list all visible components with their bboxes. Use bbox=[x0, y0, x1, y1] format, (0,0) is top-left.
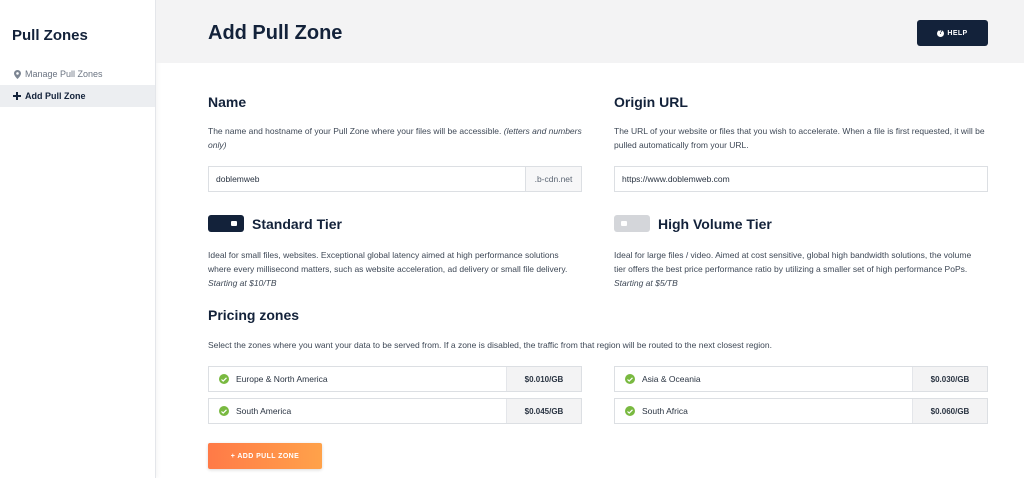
zone-name: Europe & North America bbox=[236, 374, 328, 384]
check-circle-icon bbox=[625, 406, 635, 416]
map-pin-icon bbox=[12, 69, 22, 79]
pull-zone-name-value: doblemweb bbox=[216, 174, 260, 184]
check-circle-icon bbox=[625, 374, 635, 384]
zone-name: Asia & Oceania bbox=[642, 374, 701, 384]
check-circle-icon bbox=[219, 406, 229, 416]
standard-tier-description: Ideal for small files, websites. Excepti… bbox=[208, 250, 568, 288]
add-pull-zone-button[interactable]: + ADD PULL ZONE bbox=[208, 443, 322, 469]
standard-tier-toggle[interactable] bbox=[208, 215, 244, 232]
high-volume-tier-description: Ideal for large files / video. Aimed at … bbox=[614, 250, 972, 288]
zone-price: $0.045/GB bbox=[506, 399, 581, 423]
check-circle-icon bbox=[219, 374, 229, 384]
page-header: Add Pull Zone ? HELP bbox=[156, 0, 1024, 63]
high-volume-tier-price-note: Starting at $5/TB bbox=[614, 278, 678, 288]
toggle-knob bbox=[231, 221, 237, 226]
standard-tier-title: Standard Tier bbox=[252, 216, 342, 232]
zone-price: $0.010/GB bbox=[506, 367, 581, 391]
sidebar: Pull Zones Manage Pull Zones Add Pull Zo… bbox=[0, 0, 156, 478]
sidebar-item-manage-pull-zones[interactable]: Manage Pull Zones bbox=[0, 63, 155, 85]
origin-section-description: The URL of your website or files that yo… bbox=[614, 126, 985, 150]
hostname-suffix: .b-cdn.net bbox=[525, 167, 581, 191]
sidebar-item-add-pull-zone[interactable]: Add Pull Zone bbox=[0, 85, 155, 107]
high-volume-tier-toggle[interactable] bbox=[614, 215, 650, 232]
zone-europe-north-america[interactable]: Europe & North America $0.010/GB bbox=[208, 366, 582, 392]
zone-price: $0.060/GB bbox=[912, 399, 987, 423]
standard-tier-price-note: Starting at $10/TB bbox=[208, 278, 277, 288]
sidebar-item-label: Add Pull Zone bbox=[25, 91, 86, 101]
pricing-zones-title: Pricing zones bbox=[208, 307, 300, 323]
origin-section-title: Origin URL bbox=[614, 94, 688, 110]
origin-url-value: https://www.doblemweb.com bbox=[622, 174, 730, 184]
pull-zone-name-input[interactable]: doblemweb .b-cdn.net bbox=[208, 166, 582, 192]
name-section-title: Name bbox=[208, 94, 247, 110]
zone-asia-oceania[interactable]: Asia & Oceania $0.030/GB bbox=[614, 366, 988, 392]
zone-name: South Africa bbox=[642, 406, 688, 416]
name-section-description: The name and hostname of your Pull Zone … bbox=[208, 126, 582, 150]
zone-south-africa[interactable]: South Africa $0.060/GB bbox=[614, 398, 988, 424]
question-icon: ? bbox=[937, 29, 945, 37]
high-volume-tier-title: High Volume Tier bbox=[658, 216, 772, 232]
zone-south-america[interactable]: South America $0.045/GB bbox=[208, 398, 582, 424]
toggle-knob bbox=[621, 221, 627, 226]
page-title: Add Pull Zone bbox=[208, 22, 343, 44]
pricing-zones-description: Select the zones where you want your dat… bbox=[208, 340, 772, 350]
help-button[interactable]: ? HELP bbox=[917, 20, 988, 46]
origin-url-input[interactable]: https://www.doblemweb.com bbox=[614, 166, 988, 192]
zone-price: $0.030/GB bbox=[912, 367, 987, 391]
sidebar-title: Pull Zones bbox=[12, 27, 88, 44]
add-pull-zone-button-label: + ADD PULL ZONE bbox=[230, 452, 300, 460]
help-button-label: HELP bbox=[947, 29, 968, 37]
plus-icon bbox=[12, 91, 22, 101]
sidebar-item-label: Manage Pull Zones bbox=[25, 69, 103, 79]
zone-name: South America bbox=[236, 406, 292, 416]
